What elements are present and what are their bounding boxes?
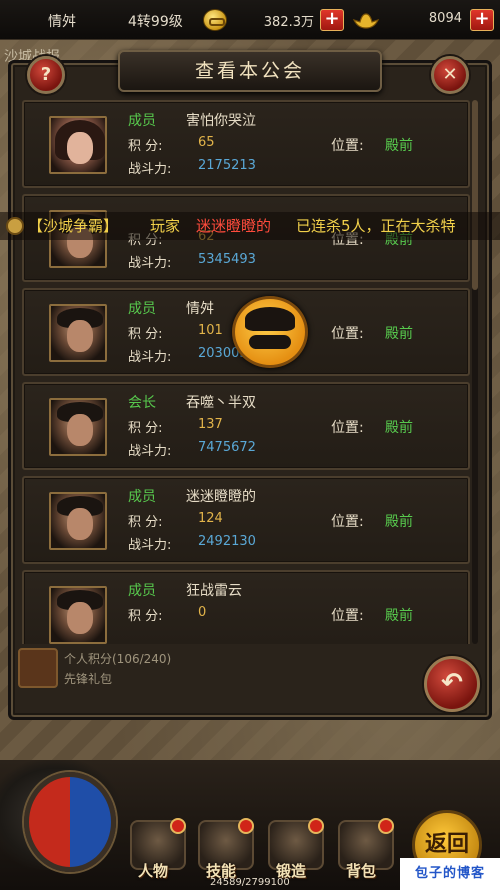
- member-power: 2175213: [198, 158, 256, 173]
- points-label: 积 分:: [128, 421, 163, 436]
- gold-ingot-icon: [352, 13, 380, 29]
- back-arrow-button[interactable]: ↶: [424, 656, 480, 712]
- marquee-tag: 【沙城争霸】: [28, 217, 119, 235]
- member-rank: 成员: [128, 489, 156, 505]
- member-position: 殿前: [385, 138, 413, 154]
- member-avatar: [49, 116, 107, 174]
- help-button[interactable]: ?: [27, 56, 65, 94]
- blog-watermark: 包子的博客: [400, 858, 500, 890]
- position-label: 位置:: [331, 420, 364, 436]
- notification-dot: [378, 818, 394, 834]
- notification-dot: [308, 818, 324, 834]
- notification-dot: [238, 818, 254, 834]
- points-label: 积 分:: [128, 609, 163, 624]
- experience-counter: 24589/2799100: [210, 877, 290, 888]
- points-label: 积 分:: [128, 515, 163, 530]
- bag-label: 背包: [346, 862, 377, 880]
- member-position: 殿前: [385, 420, 413, 436]
- close-button[interactable]: ✕: [431, 56, 469, 94]
- member-rank: 成员: [128, 113, 156, 129]
- gold-coin-icon: [203, 9, 227, 31]
- member-name: 迷迷瞪瞪的: [186, 489, 256, 505]
- member-position: 殿前: [385, 326, 413, 342]
- power-label: 战斗力:: [128, 350, 172, 365]
- member-power: 5345493: [198, 252, 256, 267]
- gold-amount: 382.3万: [263, 15, 314, 30]
- member-rank: 会长: [128, 395, 156, 411]
- power-label: 战斗力:: [128, 256, 172, 271]
- member-points: 101: [198, 323, 223, 338]
- bonus-title: 先锋礼包: [64, 672, 113, 686]
- player-level: 4转99级: [128, 14, 183, 30]
- member-avatar: [49, 492, 107, 550]
- member-row[interactable]: 成员 迷迷瞪瞪的 积 分: 124 战斗力: 2492130 位置: 殿前: [22, 476, 470, 564]
- member-avatar: [49, 398, 107, 456]
- player-name: 情舛: [48, 14, 76, 30]
- member-rank: 成员: [128, 583, 156, 599]
- member-name: 吞噬丶半双: [186, 395, 256, 411]
- gift-icon[interactable]: [18, 648, 58, 688]
- add-ingot-button[interactable]: +: [470, 9, 494, 31]
- points-label: 积 分:: [128, 327, 163, 342]
- marquee-player: 迷迷瞪瞪的: [196, 217, 272, 235]
- member-points: 65: [198, 135, 215, 150]
- member-avatar: [49, 586, 107, 644]
- points-label: 积 分:: [128, 139, 163, 154]
- member-points: 124: [198, 511, 223, 526]
- hp-mp-orb: [24, 772, 116, 872]
- notification-dot: [170, 818, 186, 834]
- position-label: 位置:: [331, 608, 364, 624]
- marquee-message: 已连杀5人，正在大杀特: [296, 217, 456, 235]
- bonus-progress: 个人积分(106/240): [64, 652, 172, 666]
- broadcast-marquee: 【沙城争霸】 玩家 迷迷瞪瞪的 已连杀5人，正在大杀特: [0, 212, 500, 240]
- position-label: 位置:: [331, 138, 364, 154]
- member-position: 殿前: [385, 514, 413, 530]
- scrollbar-thumb[interactable]: [472, 100, 478, 290]
- member-list[interactable]: 成员 害怕你哭泣 积 分: 65 战斗力: 2175213 位置: 殿前 积 分…: [22, 100, 470, 644]
- member-name: 情舛: [186, 301, 214, 317]
- power-label: 战斗力:: [128, 538, 172, 553]
- member-power: 2492130: [198, 534, 256, 549]
- member-name: 害怕你哭泣: [186, 113, 256, 129]
- member-rank: 成员: [128, 301, 156, 317]
- member-row[interactable]: 成员 狂战雷云 积 分: 0 位置: 殿前: [22, 570, 470, 644]
- speaker-icon: [6, 217, 24, 235]
- member-points: 137: [198, 417, 223, 432]
- character-label: 人物: [138, 862, 169, 880]
- member-position: 殿前: [385, 608, 413, 624]
- ingot-amount: 8094: [428, 11, 462, 26]
- power-label: 战斗力:: [128, 162, 172, 177]
- member-row[interactable]: 会长 吞噬丶半双 积 分: 137 战斗力: 7475672 位置: 殿前: [22, 382, 470, 470]
- member-avatar: [49, 304, 107, 362]
- marquee-prefix: 玩家: [150, 217, 181, 235]
- position-label: 位置:: [331, 514, 364, 530]
- panel-title: 查看本公会: [118, 50, 382, 92]
- power-label: 战斗力:: [128, 444, 172, 459]
- member-power: 7475672: [198, 440, 256, 455]
- position-label: 位置:: [331, 326, 364, 342]
- member-points: 0: [198, 605, 207, 620]
- top-status-bar: 情舛 4转99级 382.3万 + 8094 +: [0, 0, 500, 40]
- member-name: 狂战雷云: [186, 583, 242, 599]
- member-row[interactable]: 成员 害怕你哭泣 积 分: 65 战斗力: 2175213 位置: 殿前: [22, 100, 470, 188]
- floating-assistant-icon[interactable]: [232, 296, 308, 368]
- add-gold-button[interactable]: +: [320, 9, 344, 31]
